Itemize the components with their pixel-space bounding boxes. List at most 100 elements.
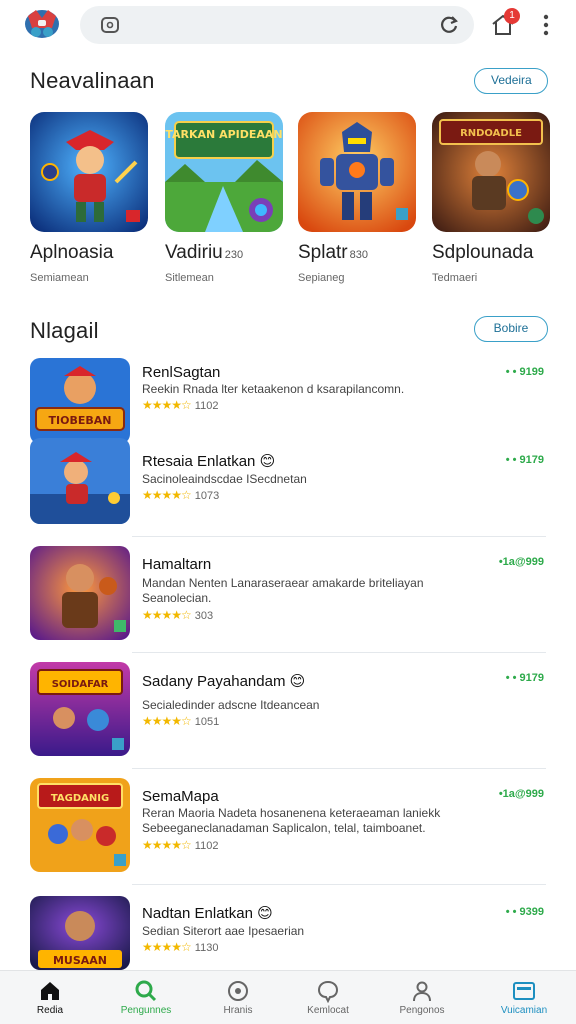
home-icon (41, 982, 59, 1000)
rating-row: ★★★★☆ 1102 (142, 838, 218, 852)
list-item[interactable]: Rtesaia Enlatkan 😊 Sacinoleaindscdae ISe… (30, 438, 546, 524)
star-rating-icon: ★★★★☆ (142, 714, 192, 728)
more-options-icon[interactable] (538, 12, 554, 38)
featured-card[interactable]: TARKAN APIDEAAN Vadiriu 230 Sitlemean (165, 112, 283, 284)
game-banner-text: TAGDANIG (51, 793, 109, 804)
rating-row: ★★★★☆ 1073 (142, 488, 219, 502)
rating-count: 1130 (194, 942, 219, 954)
price-label: • • 9179 (505, 454, 544, 466)
list-item-title: RenlSagtan (142, 364, 221, 381)
list-item-title: SemaMapa (142, 788, 219, 805)
reload-icon[interactable] (438, 14, 460, 36)
nav-item-compass[interactable]: Hranis (190, 971, 286, 1024)
price-label: •1a@999 (498, 556, 544, 568)
list-item-description: Reekin Rnada lter ketaakenon d ksarapila… (142, 382, 405, 396)
list-item[interactable]: SOIDAFAR Sadany Payahandam 😊 Secialedind… (30, 662, 546, 758)
search-bar[interactable] (80, 6, 474, 44)
featured-card-title: Aplnoasia (30, 242, 114, 263)
nav-item-profile[interactable]: Pengonos (374, 971, 470, 1024)
emoji-icon: 😊 (257, 905, 273, 922)
list-item-description: Mandan Nenten Lanaraseraear amakarde bri… (142, 576, 424, 605)
emoji-icon: 😊 (289, 673, 306, 690)
game-art-robot[interactable] (298, 112, 416, 232)
list-item-title: Nadtan Enlatkan 😊 (142, 905, 273, 922)
list-item[interactable]: Hamaltarn Mandan Nenten Lanaraseraear am… (30, 546, 546, 642)
list-item-title: Rtesaia Enlatkan 😊 (142, 453, 276, 470)
nav-label: Hranis (223, 1005, 253, 1016)
emoji-icon: 😊 (259, 453, 276, 470)
list-item-description: Secialedinder adscne Itdeancean (142, 698, 320, 712)
nav-label: Redia (36, 1005, 64, 1016)
game-thumbnail[interactable]: MUSAAN (30, 896, 130, 970)
star-rating-icon: ★★★★☆ (142, 608, 192, 622)
compass-icon (228, 981, 248, 1001)
list-item[interactable]: TAGDANIG SemaMapa Reran Maoria Nadeta ho… (30, 778, 546, 874)
game-thumbnail[interactable]: SOIDAFAR (30, 662, 130, 756)
featured-card-suffix: 830 (349, 249, 368, 261)
rating-row: ★★★★☆ 1102 (142, 398, 218, 412)
nav-item-chat[interactable]: Kemlocat (280, 971, 376, 1024)
divider (132, 884, 546, 885)
game-art-landscape[interactable]: TARKAN APIDEAAN (165, 112, 283, 232)
section-title-featured: Neavalinaan (30, 68, 155, 93)
featured-card-title: Vadiriu (165, 242, 223, 263)
divider (132, 536, 546, 537)
app-logo-icon[interactable] (22, 6, 62, 42)
price-label: • • 9179 (505, 672, 544, 684)
price-label: • • 9199 (505, 366, 544, 378)
game-banner-text: RNDOADLE (460, 128, 522, 139)
notification-badge: 1 (504, 8, 520, 24)
rating-row: ★★★★☆ 303 (142, 608, 213, 622)
search-icon (135, 980, 157, 1002)
list-item-description: Sacinoleaindscdae ISecdnetan (142, 472, 307, 486)
rating-count: 1073 (194, 490, 220, 502)
list-item-description: Reran Maoria Nadeta hosanenena keteraeam… (142, 806, 441, 835)
price-label: •1a@999 (498, 788, 544, 800)
top-bar: 1 (0, 0, 576, 52)
game-thumbnail[interactable] (30, 438, 130, 524)
featured-see-all-button[interactable]: Vedeira (474, 68, 548, 94)
list-item-title: Sadany Payahandam 😊 (142, 673, 306, 690)
featured-card[interactable]: RNDOADLE Sdplounada Tedmaeri (432, 112, 550, 284)
notifications-button[interactable]: 1 (488, 8, 520, 40)
featured-card-suffix: 230 (224, 249, 244, 261)
list-see-all-button[interactable]: Bobire (474, 316, 548, 342)
featured-card-subtitle: Sepianeg (298, 272, 345, 284)
rating-count: 1102 (194, 840, 219, 852)
price-label: • • 9399 (505, 906, 544, 918)
nav-item-home[interactable]: Redia (2, 971, 98, 1024)
featured-card-title: Splatr (298, 242, 348, 263)
library-icon (513, 982, 535, 1000)
rating-count: 1051 (194, 716, 220, 728)
nav-item-search[interactable]: Pengunnes (98, 971, 194, 1024)
game-banner-text: MUSAAN (53, 954, 107, 967)
person-icon (413, 981, 431, 1002)
star-rating-icon: ★★★★☆ (142, 940, 192, 954)
game-thumbnail[interactable]: TIOBEBAN (30, 358, 130, 444)
divider (132, 768, 546, 769)
game-thumbnail[interactable] (30, 546, 130, 640)
featured-card[interactable]: Splatr 830 Sepianeg (298, 112, 416, 284)
section-title-list: Nlagail (30, 318, 99, 343)
nav-item-library[interactable]: Vuicamian (476, 971, 572, 1024)
featured-card-subtitle: Tedmaeri (432, 272, 478, 284)
nav-label: Kemlocat (307, 1005, 349, 1016)
game-art-warrior[interactable]: RNDOADLE (432, 112, 550, 232)
featured-card[interactable]: Aplnoasia Semiamean (30, 112, 148, 284)
chat-icon (317, 980, 339, 1003)
tab-icon[interactable] (100, 15, 120, 35)
game-banner-text: SOIDAFAR (52, 679, 109, 690)
game-thumbnail[interactable]: TAGDANIG (30, 778, 130, 872)
list-item[interactable]: TIOBEBAN RenlSagtan Reekin Rnada lter ke… (30, 358, 546, 444)
featured-card-subtitle: Semiamean (30, 272, 89, 284)
game-banner-text: TARKAN APIDEAAN (165, 128, 282, 141)
nav-label: Pengunnes (120, 1005, 172, 1016)
nav-label: Vuicamian (500, 1005, 548, 1016)
rating-count: 303 (194, 610, 214, 622)
game-art-hero[interactable] (30, 112, 148, 232)
bottom-navigation: Redia Pengunnes Hranis Kemlocat Pengonos (0, 970, 576, 1024)
list-item[interactable]: MUSAAN Nadtan Enlatkan 😊 Sedian Siterort… (30, 896, 546, 970)
rating-count: 1102 (194, 400, 219, 412)
game-banner-text: TIOBEBAN (49, 414, 112, 427)
star-rating-icon: ★★★★☆ (142, 398, 192, 412)
